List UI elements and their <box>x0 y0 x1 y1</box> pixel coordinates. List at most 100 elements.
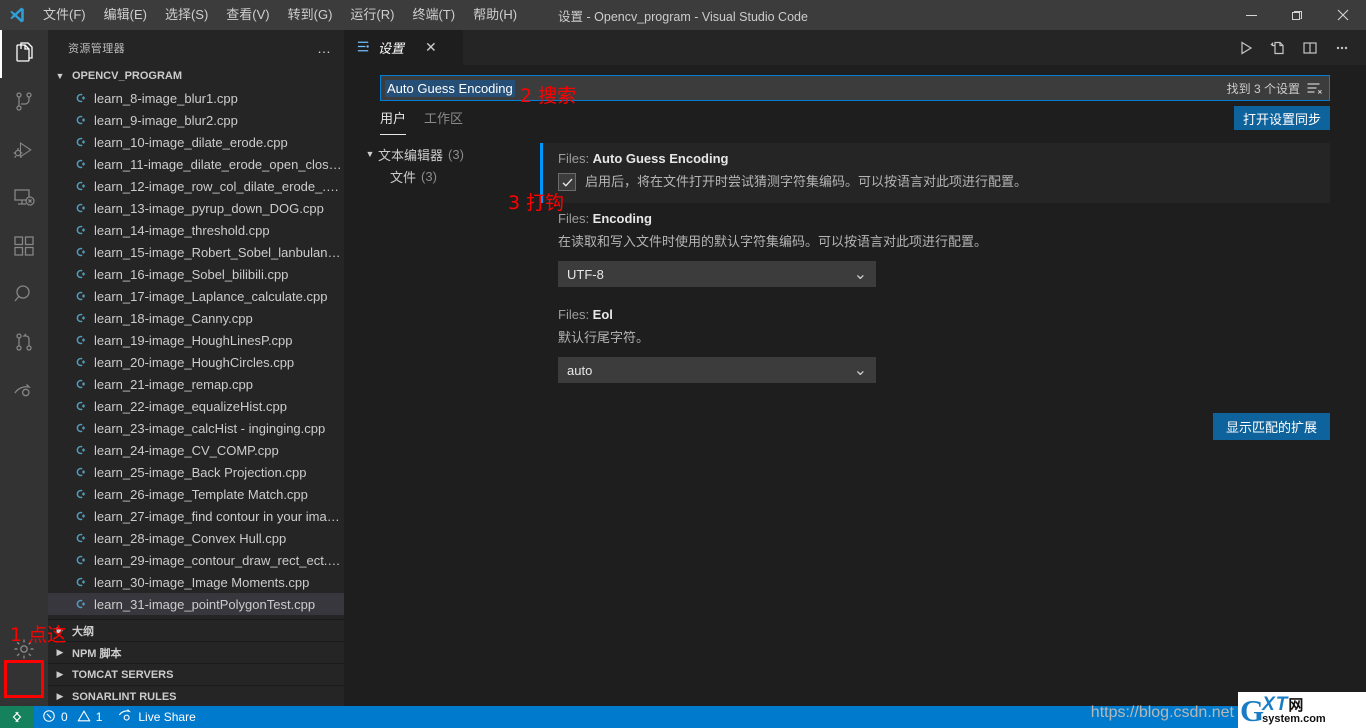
project-name: OPENCV_PROGRAM <box>72 70 183 82</box>
file-tree-item[interactable]: learn_14-image_threshold.cpp <box>48 219 344 241</box>
file-tree-item[interactable]: learn_20-image_HoughCircles.cpp <box>48 351 344 373</box>
clear-filter-icon[interactable] <box>1306 81 1323 96</box>
remote-host-icon[interactable] <box>0 706 34 728</box>
file-tree-item[interactable]: learn_26-image_Template Match.cpp <box>48 483 344 505</box>
live-share-icon[interactable] <box>0 366 48 414</box>
remote-explorer-icon[interactable] <box>0 174 48 222</box>
setting-select-encoding[interactable]: UTF-8 ⌄ <box>558 261 876 287</box>
tab-settings[interactable]: 设置 ✕ <box>344 30 464 65</box>
file-tree[interactable]: learn_8-image_blur1.cpp learn_9-image_blu… <box>48 87 344 615</box>
menu-file[interactable]: 文件(F) <box>34 2 95 28</box>
tab-workspace[interactable]: 工作区 <box>424 101 463 135</box>
source-control-branch-icon[interactable] <box>0 78 48 126</box>
project-section-header[interactable]: ▼ OPENCV_PROGRAM <box>48 65 344 87</box>
explorer-files-icon[interactable] <box>0 30 48 78</box>
setting-title: Files: Encoding <box>558 211 1330 226</box>
search-icon[interactable] <box>0 270 48 318</box>
file-tree-item[interactable]: learn_18-image_Canny.cpp <box>48 307 344 329</box>
cpp-file-icon <box>72 288 88 304</box>
setting-description: 在读取和写入文件时使用的默认字符集编码。可以按语言对此项进行配置。 <box>558 234 988 249</box>
settings-toc[interactable]: ▼ 文本编辑器 (3) 文件 (3) <box>344 143 540 440</box>
cpp-file-icon <box>72 574 88 590</box>
file-tree-item[interactable]: learn_12-image_row_col_dilate_erode_.cpp <box>48 175 344 197</box>
file-tree-item[interactable]: learn_29-image_contour_draw_rect_ect.cpp <box>48 549 344 571</box>
file-name: learn_27-image_find contour in your imag… <box>94 508 342 524</box>
sidebar-section-header[interactable]: ▶ 大纲 <box>48 619 344 641</box>
maximize-icon[interactable] <box>1274 0 1320 30</box>
file-tree-item[interactable]: learn_13-image_pyrup_down_DOG.cpp <box>48 197 344 219</box>
menu-edit[interactable]: 编辑(E) <box>95 2 156 28</box>
setting-checkbox[interactable] <box>558 173 576 191</box>
file-tree-item[interactable]: learn_15-image_Robert_Sobel_lanbulance..… <box>48 241 344 263</box>
more-actions-icon[interactable]: … <box>317 40 336 56</box>
sidebar-section-header[interactable]: ▶ NPM 脚本 <box>48 641 344 663</box>
live-share-icon <box>118 708 133 726</box>
run-play-icon[interactable] <box>1230 30 1262 65</box>
error-count: 0 <box>61 710 68 724</box>
file-tree-item[interactable]: learn_24-image_CV_COMP.cpp <box>48 439 344 461</box>
file-tree-item[interactable]: learn_11-image_dilate_erode_open_close_.… <box>48 153 344 175</box>
settings-toc-item[interactable]: 文件 (3) <box>362 165 540 187</box>
file-name: learn_20-image_HoughCircles.cpp <box>94 354 295 370</box>
menu-help[interactable]: 帮助(H) <box>464 2 526 28</box>
split-editor-icon[interactable] <box>1294 30 1326 65</box>
open-changes-file-icon[interactable] <box>1262 30 1294 65</box>
file-tree-item[interactable]: learn_16-image_Sobel_bilibili.cpp <box>48 263 344 285</box>
file-tree-item[interactable]: learn_17-image_Laplance_calculate.cpp <box>48 285 344 307</box>
cpp-file-icon <box>72 134 88 150</box>
settings-toc-item[interactable]: ▼ 文本编辑器 (3) <box>362 143 540 165</box>
file-tree-item[interactable]: learn_25-image_Back Projection.cpp <box>48 461 344 483</box>
more-actions-icon[interactable] <box>1326 30 1358 65</box>
menu-run[interactable]: 运行(R) <box>341 2 403 28</box>
menu-terminal[interactable]: 终端(T) <box>403 2 464 28</box>
file-name: learn_29-image_contour_draw_rect_ect.cpp <box>94 552 342 568</box>
file-name: learn_30-image_Image Moments.cpp <box>94 574 310 590</box>
minimize-icon[interactable] <box>1228 0 1274 30</box>
gear-icon[interactable] <box>0 625 48 673</box>
run-debug-icon[interactable] <box>0 126 48 174</box>
title-bar: 文件(F) 编辑(E) 选择(S) 查看(V) 转到(G) 运行(R) 终端(T… <box>0 0 1366 30</box>
setting-title: Files: Auto Guess Encoding <box>558 151 1330 166</box>
file-tree-item[interactable]: learn_8-image_blur1.cpp <box>48 87 344 109</box>
file-tree-item[interactable]: learn_28-image_Convex Hull.cpp <box>48 527 344 549</box>
file-name: learn_9-image_blur2.cpp <box>94 112 238 128</box>
chevron-down-icon: ⌄ <box>853 362 867 379</box>
extensions-icon[interactable] <box>0 222 48 270</box>
chevron-right-icon: ▶ <box>56 669 64 679</box>
live-share-status[interactable]: Live Share <box>110 706 203 728</box>
file-tree-item[interactable]: learn_23-image_calcHist - inginging.cpp <box>48 417 344 439</box>
file-tree-item[interactable]: learn_22-image_equalizeHist.cpp <box>48 395 344 417</box>
window-controls[interactable] <box>1228 0 1366 30</box>
file-tree-item[interactable]: learn_9-image_blur2.cpp <box>48 109 344 131</box>
file-tree-item[interactable]: learn_19-image_HoughLinesP.cpp <box>48 329 344 351</box>
sidebar-section-header[interactable]: ▶ TOMCAT SERVERS <box>48 663 344 685</box>
file-tree-item[interactable]: learn_10-image_dilate_erode.cpp <box>48 131 344 153</box>
menu-bar[interactable]: 文件(F) 编辑(E) 选择(S) 查看(V) 转到(G) 运行(R) 终端(T… <box>34 2 526 28</box>
file-tree-item[interactable]: learn_30-image_Image Moments.cpp <box>48 571 344 593</box>
sidebar-section-label: TOMCAT SERVERS <box>72 668 174 681</box>
chevron-right-icon: ▶ <box>56 647 64 657</box>
settings-search-input[interactable]: Auto Guess Encoding 找到 3 个设置 <box>380 75 1330 101</box>
sidebar-section-header[interactable]: ▶ SONARLINT RULES <box>48 685 344 707</box>
file-name: learn_17-image_Laplance_calculate.cpp <box>94 288 328 304</box>
file-name: learn_16-image_Sobel_bilibili.cpp <box>94 266 289 282</box>
pull-request-icon[interactable] <box>0 318 48 366</box>
show-matching-extensions-button[interactable]: 显示匹配的扩展 <box>1212 413 1330 440</box>
file-name: learn_15-image_Robert_Sobel_lanbulance..… <box>94 244 342 260</box>
cpp-file-icon <box>72 178 88 194</box>
open-settings-sync-button[interactable]: 打开设置同步 <box>1233 106 1330 130</box>
problems-status[interactable]: 0 1 <box>34 706 110 728</box>
setting-select-eol[interactable]: auto ⌄ <box>558 357 876 383</box>
file-tree-item[interactable]: learn_21-image_remap.cpp <box>48 373 344 395</box>
menu-selection[interactable]: 选择(S) <box>156 2 217 28</box>
menu-go[interactable]: 转到(G) <box>279 2 342 28</box>
tab-user[interactable]: 用户 <box>380 101 407 135</box>
close-icon[interactable]: ✕ <box>425 39 437 56</box>
menu-view[interactable]: 查看(V) <box>217 2 278 28</box>
setting-title-prefix: Files: <box>558 151 593 166</box>
file-tree-item[interactable]: learn_27-image_find contour in your imag… <box>48 505 344 527</box>
file-tree-item[interactable]: learn_31-image_pointPolygonTest.cpp <box>48 593 344 615</box>
setting-select-value: UTF-8 <box>567 266 604 282</box>
close-icon[interactable] <box>1320 0 1366 30</box>
file-name: learn_28-image_Convex Hull.cpp <box>94 530 287 546</box>
